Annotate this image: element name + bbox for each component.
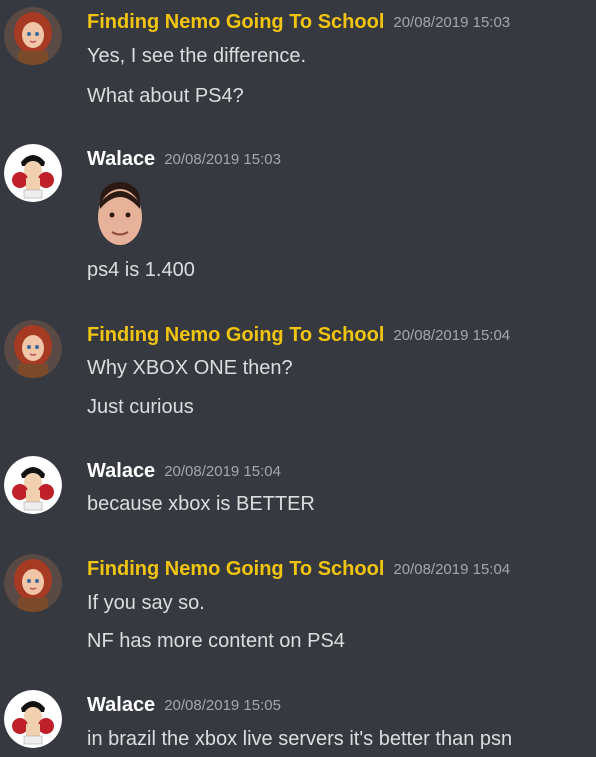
avatar[interactable] [4,690,62,748]
avatar-girl-icon [4,554,62,612]
avatar-boxer-icon [4,456,62,514]
message-text: because xbox is BETTER [87,493,315,515]
avatar[interactable] [4,456,62,514]
username[interactable]: Finding Nemo Going To School [87,558,384,580]
username[interactable]: Walace [87,694,155,716]
timestamp: 20/08/2019 15:05 [164,697,281,714]
username[interactable]: Walace [87,148,155,170]
message-header: Walace 20/08/2019 15:04 [87,457,281,487]
avatar[interactable] [4,144,62,202]
face-emoji-icon [98,182,142,245]
chat-log: Finding Nemo Going To School 20/08/2019 1… [0,0,596,757]
message-header: Walace 20/08/2019 15:05 [87,691,281,721]
message-header: Walace 20/08/2019 15:03 [87,145,281,175]
message-text: ps4 is 1.400 [87,259,195,281]
username[interactable]: Walace [87,460,155,482]
avatar[interactable] [4,554,62,612]
timestamp: 20/08/2019 15:04 [393,561,511,578]
timestamp: 20/08/2019 15:04 [393,327,511,344]
message-text: NF has more content on PS4 [87,630,345,652]
username[interactable]: Finding Nemo Going To School [87,11,384,33]
message-text: Yes, I see the difference. [87,45,307,67]
avatar-boxer-icon [4,144,62,202]
avatar-girl-icon [4,320,62,378]
avatar-girl-icon [4,7,62,65]
timestamp: 20/08/2019 15:03 [164,151,281,168]
avatar-boxer-icon [4,690,62,748]
timestamp: 20/08/2019 15:03 [393,14,511,31]
message-text: What about PS4? [87,85,244,107]
avatar[interactable] [4,7,62,65]
message-header: Finding Nemo Going To School 20/08/2019 1… [87,321,510,351]
message-header: Finding Nemo Going To School 20/08/2019 1… [87,555,510,585]
message-text: in brazil the xbox live servers it's bet… [87,728,513,750]
username[interactable]: Finding Nemo Going To School [87,324,384,346]
message-text: Just curious [87,396,194,418]
message-header: Finding Nemo Going To School 20/08/2019 1… [87,8,510,38]
avatar[interactable] [4,320,62,378]
message-text: If you say so. [87,592,205,614]
message-text: Why XBOX ONE then? [87,357,293,379]
timestamp: 20/08/2019 15:04 [164,463,281,480]
